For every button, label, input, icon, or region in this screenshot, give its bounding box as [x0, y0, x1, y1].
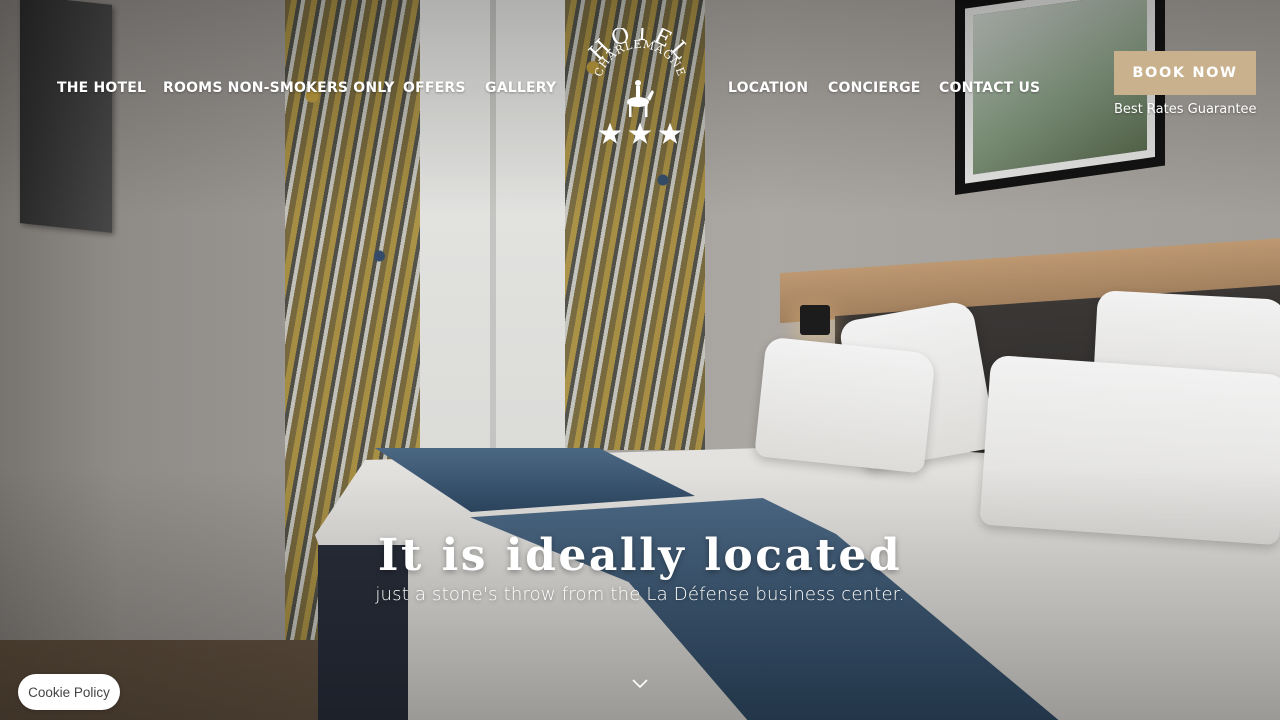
hero-subline: just a stone's throw from the La Défense…	[375, 584, 905, 605]
nav-offers[interactable]: OFFERS	[403, 80, 466, 96]
nav-the-hotel[interactable]: THE HOTEL	[57, 80, 146, 96]
nav-location[interactable]: LOCATION	[728, 80, 808, 96]
best-rates-note: Best Rates Guarantee	[1114, 102, 1257, 117]
chevron-down-icon[interactable]	[630, 676, 650, 690]
nav-contact-us[interactable]: CONTACT US	[939, 80, 1040, 96]
book-now-button[interactable]: BOOK NOW	[1114, 51, 1256, 95]
horse-rider-icon	[627, 80, 654, 117]
star-rating-icon	[598, 122, 682, 144]
nav-gallery[interactable]: GALLERY	[485, 80, 556, 96]
cookie-policy-button[interactable]: Cookie Policy	[18, 674, 120, 710]
nav-rooms[interactable]: ROOMS NON-SMOKERS ONLY	[163, 80, 395, 96]
nav-concierge[interactable]: CONCIERGE	[828, 80, 921, 96]
hero-headline: It is ideally located	[377, 530, 903, 581]
hotel-logo[interactable]: HOTEL CHARLEMAGNE	[580, 21, 700, 150]
